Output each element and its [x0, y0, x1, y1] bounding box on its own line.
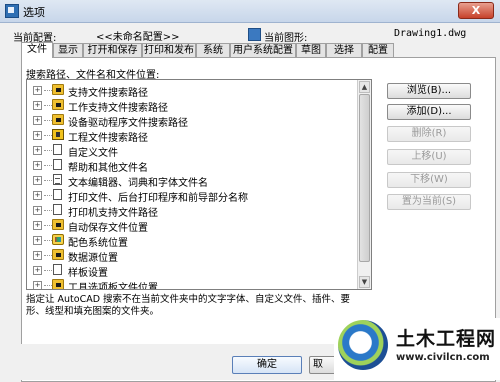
watermark: 土木工程网 www.civilcn.com — [334, 318, 500, 380]
set-current-button[interactable]: 置为当前(S) — [387, 194, 471, 210]
tree-item[interactable]: + 工程文件搜索路径 — [27, 127, 357, 144]
folder-icon — [52, 219, 64, 230]
profile-row: 当前配置: <<未命名配置>> 当前图形: Drawing1.dwg — [0, 27, 500, 44]
watermark-title: 土木工程网 — [396, 328, 497, 350]
tree-item[interactable]: + 设备驱动程序文件搜索路径 — [27, 112, 357, 129]
tab-drafting[interactable]: 草图 — [296, 43, 326, 57]
tree-item[interactable]: + 数据源位置 — [27, 247, 357, 264]
expand-icon[interactable]: + — [33, 161, 42, 170]
current-profile-value: <<未命名配置>> — [96, 32, 180, 43]
current-drawing-value: Drawing1.dwg — [394, 28, 467, 39]
tab-display[interactable]: 显示 — [53, 43, 83, 57]
add-button[interactable]: 添加(D)... — [387, 104, 471, 120]
palette-icon — [52, 234, 64, 245]
tree-item[interactable]: + 工作支持文件搜索路径 — [27, 97, 357, 114]
folder-icon — [52, 249, 64, 260]
scroll-up-icon[interactable]: ▲ — [359, 81, 370, 93]
expand-icon[interactable]: + — [33, 281, 42, 289]
tree-item[interactable]: + 帮助和其他文件名 — [27, 157, 357, 174]
tree-item[interactable]: + 文本编辑器、词典和字体文件名 — [27, 172, 357, 189]
expand-icon[interactable]: + — [33, 236, 42, 245]
browse-button[interactable]: 浏览(B)... — [387, 83, 471, 99]
tree-item-label: 工具选项板文件位置 — [68, 283, 158, 290]
title-bar: 选项 X — [0, 0, 500, 23]
tree-item[interactable]: + 自定义文件 — [27, 142, 357, 159]
tree-item[interactable]: + 工具选项板文件位置 — [27, 277, 357, 290]
tree-item[interactable]: + 打印机支持文件路径 — [27, 202, 357, 219]
expand-icon[interactable]: + — [33, 116, 42, 125]
tab-system[interactable]: 系统 — [196, 43, 230, 57]
folder-icon — [52, 84, 64, 95]
file-icon — [53, 159, 62, 170]
tab-files[interactable]: 文件 — [21, 42, 53, 58]
scroll-down-icon[interactable]: ▼ — [359, 276, 370, 288]
remove-button[interactable]: 删除(R) — [387, 126, 471, 142]
tree-scrollbar[interactable]: ▲ ▼ — [357, 80, 371, 289]
file-icon — [53, 144, 62, 155]
book-icon — [52, 129, 64, 140]
expand-icon[interactable]: + — [33, 206, 42, 215]
tree-item[interactable]: + 样板设置 — [27, 262, 357, 279]
file-icon — [53, 204, 62, 215]
close-button[interactable]: X — [458, 2, 494, 19]
folder-icon — [52, 99, 64, 110]
expand-icon[interactable]: + — [33, 86, 42, 95]
tree-item[interactable]: + 打印文件、后台打印程序和前导部分名称 — [27, 187, 357, 204]
tree-item[interactable]: + 自动保存文件位置 — [27, 217, 357, 234]
tab-user-preferences[interactable]: 用户系统配置 — [230, 43, 296, 57]
expand-icon[interactable]: + — [33, 176, 42, 185]
tab-selection[interactable]: 选择 — [326, 43, 362, 57]
move-down-button[interactable]: 下移(W) — [387, 172, 471, 188]
folder-icon — [52, 279, 64, 289]
drawing-icon — [248, 28, 261, 41]
app-icon — [5, 4, 19, 18]
watermark-url: www.civilcn.com — [396, 352, 490, 363]
move-up-button[interactable]: 上移(U) — [387, 149, 471, 165]
file-icon — [53, 174, 62, 185]
tree-item[interactable]: + 支持文件搜索路径 — [27, 82, 357, 99]
expand-icon[interactable]: + — [33, 251, 42, 260]
tab-profiles[interactable]: 配置 — [362, 43, 394, 57]
tree-item[interactable]: + 配色系统位置 — [27, 232, 357, 249]
expand-icon[interactable]: + — [33, 221, 42, 230]
expand-icon[interactable]: + — [33, 131, 42, 140]
search-path-tree[interactable]: + 支持文件搜索路径 + 工作支持文件搜索路径 + 设备驱动程序文件搜索路径 +… — [26, 79, 372, 290]
current-drawing-label: 当前图形: — [264, 33, 308, 44]
tab-open-save[interactable]: 打开和保存 — [83, 43, 142, 57]
expand-icon[interactable]: + — [33, 101, 42, 110]
expand-icon[interactable]: + — [33, 146, 42, 155]
ok-button[interactable]: 确定 — [232, 356, 302, 374]
folder-icon — [52, 114, 64, 125]
file-icon — [53, 264, 62, 275]
scroll-thumb[interactable] — [359, 94, 370, 262]
watermark-logo-icon — [338, 320, 388, 370]
expand-icon[interactable]: + — [33, 266, 42, 275]
tab-plot-publish[interactable]: 打印和发布 — [142, 43, 196, 57]
file-icon — [53, 189, 62, 200]
path-description: 指定让 AutoCAD 搜索不在当前文件夹中的文字字体、自定义文件、插件、要形、… — [26, 294, 351, 317]
window-title: 选项 — [23, 6, 45, 19]
expand-icon[interactable]: + — [33, 191, 42, 200]
